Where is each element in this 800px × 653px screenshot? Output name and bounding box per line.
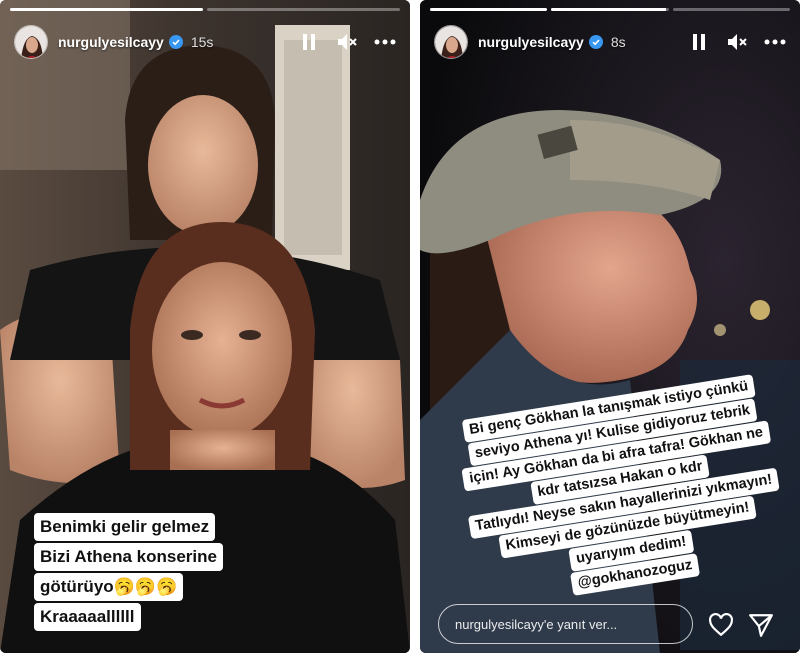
username[interactable]: nurgulyesilcayy (478, 34, 584, 50)
avatar-image (435, 26, 467, 58)
send-icon[interactable] (748, 612, 774, 638)
avatar[interactable] (434, 25, 468, 59)
story-header-left: nurgulyesilcayy 15s (14, 22, 396, 62)
caption-line: Bizi Athena konserine (34, 543, 223, 571)
avatar[interactable] (14, 25, 48, 59)
caption-line: götürüyo🥱🥱🥱 (34, 573, 184, 601)
story-time: 15s (190, 34, 214, 50)
username[interactable]: nurgulyesilcayy (58, 34, 164, 50)
story-progress-left (10, 8, 400, 11)
caption-line: Kraaaaallllll (34, 603, 141, 631)
pause-icon[interactable] (688, 31, 710, 53)
reply-input[interactable]: nurgulyesilcayy'e yanıt ver... (438, 604, 693, 644)
progress-segment (551, 8, 669, 11)
speaker-muted-icon[interactable] (726, 31, 748, 53)
more-horizontal-icon[interactable] (374, 31, 396, 53)
more-horizontal-icon[interactable] (764, 31, 786, 53)
avatar-image (15, 26, 47, 58)
progress-segment-fill (551, 8, 667, 11)
speaker-muted-icon[interactable] (336, 31, 358, 53)
heart-icon[interactable] (708, 612, 734, 638)
reply-placeholder: nurgulyesilcayy'e yanıt ver... (455, 616, 618, 632)
story-header-right: nurgulyesilcayy 8s (434, 22, 786, 62)
story-time: 8s (610, 34, 626, 50)
caption-text: götürüyo (40, 577, 114, 596)
verified-badge-icon (168, 35, 183, 49)
story-caption-left: Benimki gelir gelmez Bizi Athena konseri… (10, 513, 270, 633)
progress-segment-fill (10, 8, 203, 11)
progress-segment-fill (430, 8, 548, 11)
story-left[interactable]: nurgulyesilcayy 15s Benimki gelir gelmez… (0, 0, 410, 653)
story-progress-right (430, 8, 790, 11)
progress-segment (207, 8, 400, 11)
pause-icon[interactable] (298, 31, 320, 53)
emoji-yawning: 🥱🥱🥱 (113, 577, 178, 596)
progress-segment (672, 8, 790, 11)
progress-segment (430, 8, 548, 11)
verified-badge-icon (588, 35, 603, 49)
progress-segment (10, 8, 203, 11)
caption-line: Benimki gelir gelmez (34, 513, 216, 541)
